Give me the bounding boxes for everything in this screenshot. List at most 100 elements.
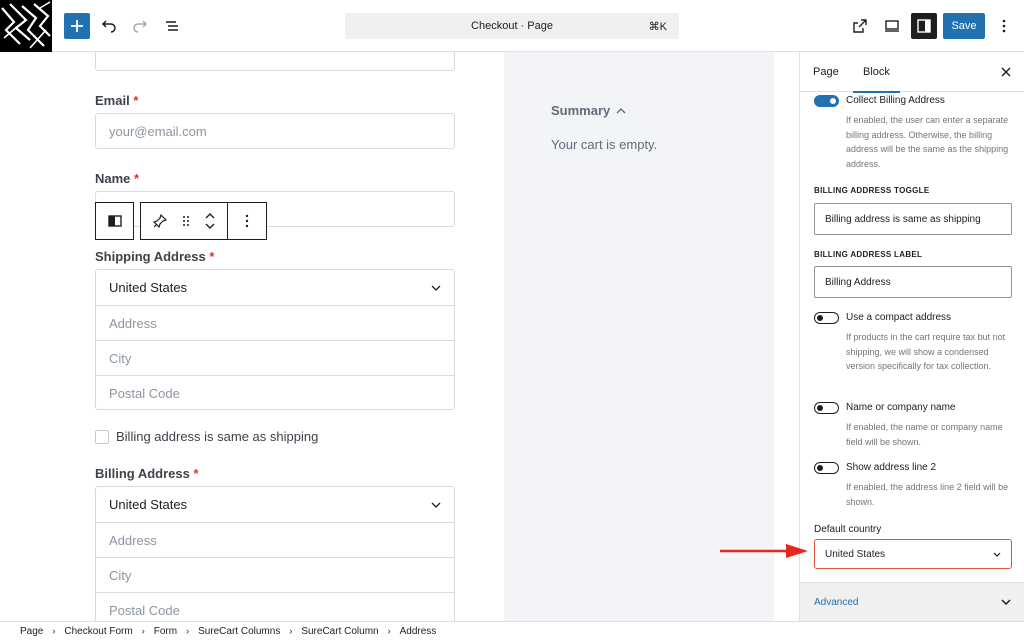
annotation-arrow-icon [720,544,808,558]
company-name-title: Name or company name [846,402,956,413]
billing-toggle-input[interactable]: Billing address is same as shipping [814,203,1012,235]
billing-postal-input[interactable]: Postal Code [96,592,454,621]
compact-address-toggle[interactable] [814,312,839,324]
command-palette[interactable]: Checkout · Page ⌘K [345,13,679,39]
billing-country-select[interactable]: United States [96,487,454,522]
view-page-button[interactable] [847,13,873,39]
site-logo[interactable] [0,0,52,52]
external-link-icon [853,19,867,33]
shipping-postal-input[interactable]: Postal Code [96,375,454,410]
breadcrumb-item[interactable]: SureCart Column [301,626,378,637]
redo-icon [133,20,148,33]
breadcrumb-item[interactable]: SureCart Columns [198,626,280,637]
chevron-down-icon [993,552,1001,557]
default-country-select[interactable]: United States [814,539,1012,569]
close-sidebar-button[interactable] [998,64,1014,80]
close-icon [1001,67,1011,77]
advanced-panel-toggle[interactable]: Advanced [800,582,1024,621]
company-name-help: If enabled, the name or company name fie… [846,422,1003,447]
email-input[interactable]: your@email.com [95,113,455,149]
chevron-down-icon [431,502,441,508]
chevron-down-icon [1001,599,1011,605]
save-button[interactable]: Save [943,13,985,39]
shipping-address-input[interactable]: Address [96,305,454,340]
block-mover [140,202,267,240]
collect-billing-toggle[interactable] [814,95,839,107]
move-up-down-buttons[interactable] [193,203,227,239]
document-overview-button[interactable] [159,13,185,39]
undo-button[interactable] [96,13,122,39]
chevron-right-icon: › [141,626,145,636]
email-label: Email * [95,93,139,108]
billing-address-label: Billing Address * [95,466,199,481]
chevron-right-icon: › [387,626,391,636]
chevron-down-icon [431,285,441,291]
pin-button[interactable] [141,203,179,239]
drag-handle[interactable] [179,203,193,239]
columns-icon [107,215,122,227]
tab-block[interactable]: Block [853,52,900,93]
more-vertical-icon [1002,19,1006,33]
summary-toggle[interactable]: Summary [551,103,626,118]
command-shortcut: ⌘K [648,20,667,33]
cart-empty-text: Your cart is empty. [551,137,658,152]
name-label: Name * [95,171,140,186]
desktop-icon [885,20,899,32]
chevron-right-icon: › [52,626,56,636]
settings-button[interactable] [911,13,937,39]
shipping-city-input[interactable]: City [96,340,454,375]
address-line2-title: Show address line 2 [846,462,937,473]
plus-icon [71,20,83,32]
billing-same-checkbox-row[interactable]: Billing address is same as shipping [95,429,318,444]
sidebar-icon [917,19,931,33]
drag-icon [183,216,189,226]
compact-address-help: If products in the cart require tax but … [846,332,1006,371]
tab-page[interactable]: Page [813,52,839,92]
settings-sidebar: Page Block Collect Billing Address If en… [799,52,1024,621]
billing-address-group: United States Address City Postal Code [95,486,455,621]
redo-button[interactable] [127,13,153,39]
chevron-right-icon: › [186,626,190,636]
preview-button[interactable] [879,13,905,39]
address-line2-help: If enabled, the address line 2 field wil… [846,482,1009,507]
block-options-button[interactable] [227,203,266,239]
undo-icon [101,20,116,33]
shipping-address-group: United States Address City Postal Code [95,269,455,410]
billing-same-checkbox[interactable] [95,429,109,444]
shipping-country-select[interactable]: United States [96,270,454,305]
phone-field-partial[interactable] [95,52,455,71]
document-title: Checkout · Page [471,20,553,32]
options-button[interactable] [991,13,1017,39]
list-view-icon [166,21,178,31]
add-block-button[interactable] [64,13,90,39]
billing-city-input[interactable]: City [96,557,454,592]
collect-billing-help: If enabled, the user can enter a separat… [846,115,1009,169]
billing-same-label: Billing address is same as shipping [116,429,319,444]
billing-label-caption: BILLING ADDRESS LABEL [814,250,923,259]
shipping-address-label: Shipping Address * [95,249,215,264]
more-vertical-icon [245,214,249,228]
block-breadcrumb: Page › Checkout Form › Form › SureCart C… [0,621,1024,640]
billing-label-input[interactable]: Billing Address [814,266,1012,298]
company-name-toggle[interactable] [814,402,839,414]
sidebar-tabs: Page Block [800,52,1024,93]
breadcrumb-item[interactable]: Form [154,626,177,637]
chevron-up-down-icon [205,213,215,229]
block-toolbar [95,202,267,240]
logo-icon [1,1,51,49]
breadcrumb-item[interactable]: Checkout Form [64,626,132,637]
pin-icon [153,214,167,228]
breadcrumb-item[interactable]: Address [400,626,437,637]
chevron-right-icon: › [289,626,293,636]
editor-toolbar: Checkout · Page ⌘K Save [0,0,1024,52]
billing-address-input[interactable]: Address [96,522,454,557]
breadcrumb-item[interactable]: Page [20,626,43,637]
default-country-label: Default country [814,524,882,535]
compact-address-title: Use a compact address [846,312,952,323]
address-line2-toggle[interactable] [814,462,839,474]
collect-billing-title: Collect Billing Address [846,95,945,106]
block-type-button[interactable] [95,202,134,240]
editor-canvas: Email * your@email.com Name * Shipping A… [0,52,799,621]
chevron-up-icon [616,107,626,113]
billing-toggle-caption: BILLING ADDRESS TOGGLE [814,186,930,195]
